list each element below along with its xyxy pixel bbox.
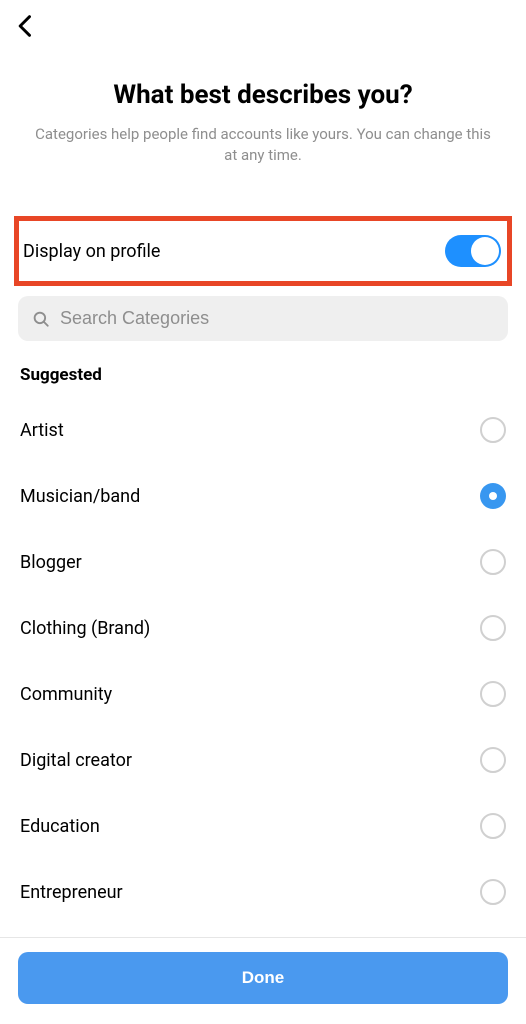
category-item[interactable]: Clothing (Brand) — [20, 595, 506, 661]
category-label: Education — [20, 816, 100, 837]
page-subtitle: Categories help people find accounts lik… — [30, 124, 496, 166]
display-on-profile-toggle[interactable] — [445, 235, 501, 267]
chevron-left-icon — [12, 12, 40, 40]
suggested-header: Suggested — [0, 359, 526, 397]
category-radio[interactable] — [480, 879, 506, 905]
done-button[interactable]: Done — [18, 952, 508, 1004]
category-radio[interactable] — [480, 615, 506, 641]
category-item[interactable]: Artist — [20, 397, 506, 463]
toggle-knob — [471, 237, 499, 265]
category-item[interactable]: Musician/band — [20, 463, 506, 529]
category-item[interactable]: Entrepreneur — [20, 859, 506, 925]
search-icon — [32, 310, 50, 328]
display-on-profile-row: Display on profile — [14, 216, 512, 286]
search-input[interactable] — [60, 308, 494, 329]
category-radio[interactable] — [480, 747, 506, 773]
category-item[interactable]: Digital creator — [20, 727, 506, 793]
category-label: Community — [20, 684, 112, 705]
category-list: Artist Musician/band Blogger Clothing (Bran… — [0, 397, 526, 925]
category-radio[interactable] — [480, 549, 506, 575]
category-label: Artist — [20, 420, 64, 441]
category-radio[interactable] — [480, 483, 506, 509]
page-title: What best describes you? — [30, 80, 496, 110]
back-button[interactable] — [12, 12, 40, 44]
category-label: Clothing (Brand) — [20, 618, 150, 639]
search-field[interactable] — [18, 296, 508, 341]
category-label: Blogger — [20, 552, 82, 573]
category-radio[interactable] — [480, 813, 506, 839]
category-item[interactable]: Community — [20, 661, 506, 727]
category-radio[interactable] — [480, 417, 506, 443]
footer: Done — [0, 937, 526, 1024]
category-item[interactable]: Blogger — [20, 529, 506, 595]
category-label: Digital creator — [20, 750, 132, 771]
category-label: Musician/band — [20, 486, 140, 507]
display-on-profile-label: Display on profile — [23, 241, 160, 262]
category-label: Entrepreneur — [20, 882, 123, 903]
category-radio[interactable] — [480, 681, 506, 707]
category-item[interactable]: Education — [20, 793, 506, 859]
